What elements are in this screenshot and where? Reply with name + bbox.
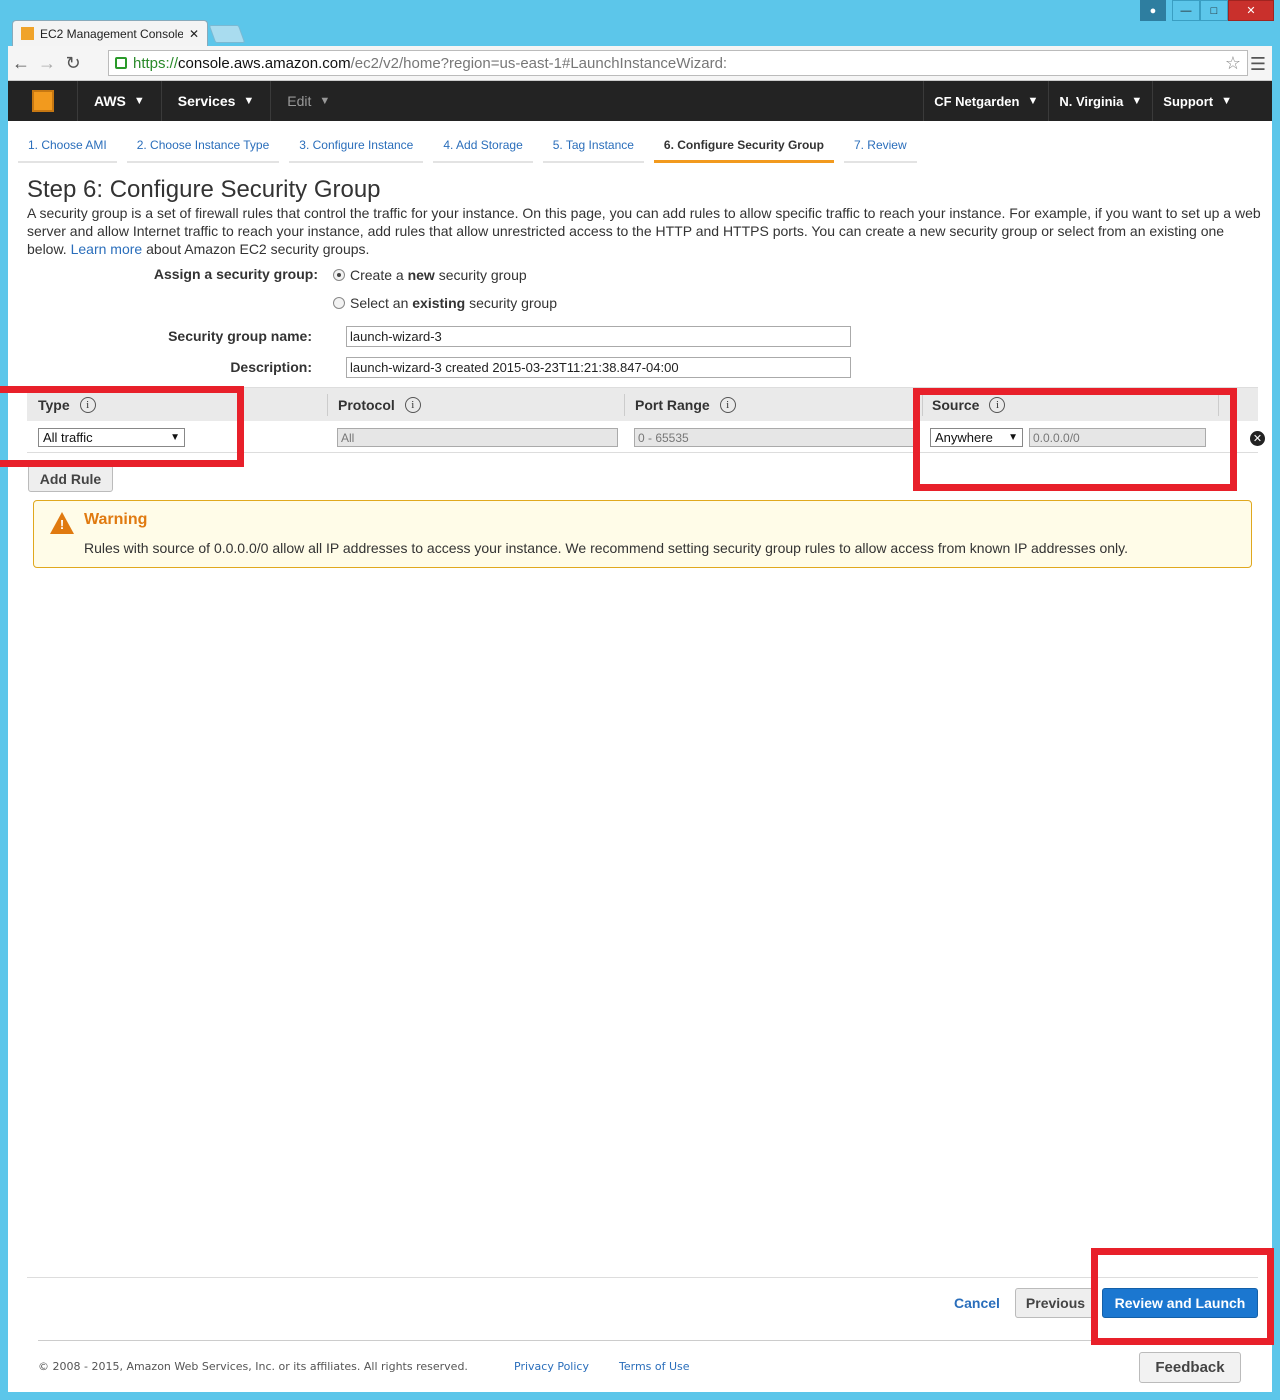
aws-cube-icon bbox=[31, 90, 54, 112]
privacy-policy-link[interactable]: Privacy Policy bbox=[514, 1360, 589, 1373]
annotation-highlight-source bbox=[913, 388, 1237, 491]
address-bar[interactable]: https://console.aws.amazon.com/ec2/v2/ho… bbox=[108, 50, 1248, 76]
remove-rule-icon[interactable]: ✕ bbox=[1250, 431, 1265, 446]
browser-toolbar: ← → ↻ https://console.aws.amazon.com/ec2… bbox=[8, 46, 1272, 81]
reload-icon[interactable]: ↻ bbox=[60, 53, 86, 74]
chevron-down-icon: ▼ bbox=[1131, 95, 1143, 107]
learn-more-link[interactable]: Learn more bbox=[71, 241, 143, 257]
back-icon[interactable]: ← bbox=[8, 53, 34, 74]
description-input[interactable] bbox=[346, 357, 851, 378]
info-icon[interactable]: i bbox=[404, 396, 421, 413]
new-tab-button[interactable] bbox=[208, 25, 246, 43]
radio-off-icon[interactable] bbox=[333, 297, 345, 309]
bookmark-star-icon[interactable]: ☆ bbox=[1225, 53, 1241, 74]
footer-divider bbox=[38, 1340, 1258, 1341]
region-label: N. Virginia bbox=[1059, 93, 1124, 109]
intro-suffix: about Amazon EC2 security groups. bbox=[146, 241, 370, 257]
copyright-text: © 2008 - 2015, Amazon Web Services, Inc.… bbox=[38, 1360, 468, 1373]
url-scheme: https:// bbox=[133, 54, 179, 72]
group-name-input[interactable] bbox=[346, 326, 851, 347]
support-label: Support bbox=[1163, 93, 1214, 109]
step-configure-instance[interactable]: 3. Configure Instance bbox=[289, 133, 424, 163]
edit-menu[interactable]: Edit ▼ bbox=[271, 81, 346, 121]
option-existing-prefix: Select an bbox=[350, 295, 409, 311]
window-controls: ● — □ ✕ bbox=[1140, 0, 1274, 21]
col-divider bbox=[327, 394, 328, 416]
chevron-down-icon: ▼ bbox=[243, 95, 255, 107]
protocol-field: All bbox=[337, 428, 618, 447]
step-review[interactable]: 7. Review bbox=[843, 133, 917, 163]
previous-button[interactable]: Previous bbox=[1015, 1288, 1096, 1318]
chevron-down-icon: ▼ bbox=[133, 95, 145, 107]
add-rule-button[interactable]: Add Rule bbox=[28, 465, 113, 492]
chevron-down-icon: ▼ bbox=[1221, 95, 1232, 107]
warning-box: ! Warning Rules with source of 0.0.0.0/0… bbox=[33, 500, 1252, 568]
step-add-storage[interactable]: 4. Add Storage bbox=[433, 133, 533, 163]
terms-of-use-link[interactable]: Terms of Use bbox=[619, 1360, 690, 1373]
support-menu[interactable]: Support ▼ bbox=[1152, 81, 1272, 121]
services-menu-label: Services bbox=[177, 93, 236, 109]
option-existing-bold: existing bbox=[412, 295, 466, 311]
aws-navbar: AWS ▼ Services ▼ Edit ▼ CF Netgarden ▼ N. Vi… bbox=[8, 81, 1272, 121]
browser-menu-icon[interactable]: ☰ bbox=[1250, 54, 1266, 75]
col-port-label: Port Range bbox=[635, 396, 710, 413]
col-protocol: Protocol i bbox=[338, 396, 421, 413]
maximize-button[interactable]: □ bbox=[1200, 0, 1228, 21]
region-menu[interactable]: N. Virginia ▼ bbox=[1048, 81, 1152, 121]
col-protocol-label: Protocol bbox=[338, 396, 395, 413]
info-icon[interactable]: i bbox=[719, 396, 736, 413]
url-host: console.aws.amazon.com bbox=[178, 54, 351, 72]
annotation-highlight-launch bbox=[1091, 1248, 1274, 1345]
aws-logo[interactable] bbox=[8, 81, 78, 121]
aws-favicon-icon bbox=[21, 27, 34, 40]
url-path: /ec2/v2/home?region=us-east-1#LaunchInst… bbox=[350, 54, 728, 72]
group-name-label: Security group name: bbox=[168, 328, 312, 344]
account-menu[interactable]: CF Netgarden ▼ bbox=[923, 81, 1048, 121]
close-tab-icon[interactable]: ✕ bbox=[189, 27, 199, 41]
account-label: CF Netgarden bbox=[934, 93, 1020, 109]
minimize-button[interactable]: — bbox=[1172, 0, 1200, 21]
warning-title: Warning bbox=[84, 511, 148, 528]
option-new-prefix: Create a bbox=[350, 267, 404, 283]
option-new-bold: new bbox=[407, 267, 435, 283]
page-title: Step 6: Configure Security Group bbox=[27, 176, 381, 203]
edit-menu-label: Edit bbox=[287, 93, 312, 109]
radio-on-icon[interactable] bbox=[333, 269, 345, 281]
aws-menu[interactable]: AWS ▼ bbox=[78, 81, 162, 121]
option-new-suffix: security group bbox=[438, 267, 527, 283]
forward-icon[interactable]: → bbox=[34, 53, 60, 74]
col-divider bbox=[624, 394, 625, 416]
navbar-right: CF Netgarden ▼ N. Virginia ▼ Support ▼ bbox=[923, 81, 1272, 121]
wizard-steps: 1. Choose AMI 2. Choose Instance Type 3.… bbox=[8, 133, 917, 163]
aws-menu-label: AWS bbox=[94, 93, 126, 109]
step-tag-instance[interactable]: 5. Tag Instance bbox=[542, 133, 644, 163]
col-port-range: Port Range i bbox=[635, 396, 736, 413]
chevron-down-icon: ▼ bbox=[319, 95, 331, 107]
warning-text: Rules with source of 0.0.0.0/0 allow all… bbox=[84, 540, 1129, 556]
radio-select-existing[interactable]: Select an existing security group bbox=[333, 295, 557, 311]
user-icon[interactable]: ● bbox=[1140, 0, 1166, 21]
description-label: Description: bbox=[230, 359, 312, 375]
feedback-button[interactable]: Feedback bbox=[1139, 1352, 1241, 1383]
option-existing-suffix: security group bbox=[469, 295, 557, 311]
services-menu[interactable]: Services ▼ bbox=[162, 81, 272, 121]
intro-text: A security group is a set of firewall ru… bbox=[27, 204, 1262, 258]
page-content: AWS ▼ Services ▼ Edit ▼ CF Netgarden ▼ N. Vi… bbox=[8, 81, 1272, 1392]
port-range-field: 0 - 65535 bbox=[634, 428, 915, 447]
assign-group-label: Assign a security group: bbox=[153, 266, 318, 282]
cancel-link[interactable]: Cancel bbox=[954, 1295, 1000, 1311]
browser-window: ● — □ ✕ EC2 Management Console ✕ ← → ↻ h… bbox=[0, 0, 1280, 1400]
step-choose-ami[interactable]: 1. Choose AMI bbox=[18, 133, 117, 163]
annotation-highlight-type bbox=[0, 386, 244, 467]
close-window-button[interactable]: ✕ bbox=[1228, 0, 1274, 21]
step-choose-instance-type[interactable]: 2. Choose Instance Type bbox=[126, 133, 280, 163]
step-configure-security-group[interactable]: 6. Configure Security Group bbox=[653, 133, 834, 163]
radio-create-new[interactable]: Create a new security group bbox=[333, 267, 527, 283]
warning-exclamation: ! bbox=[59, 517, 65, 532]
lock-icon bbox=[115, 57, 127, 69]
divider bbox=[27, 1277, 1258, 1278]
browser-tab[interactable]: EC2 Management Console ✕ bbox=[12, 20, 208, 46]
tab-title: EC2 Management Console bbox=[40, 26, 183, 41]
chevron-down-icon: ▼ bbox=[1027, 95, 1039, 107]
